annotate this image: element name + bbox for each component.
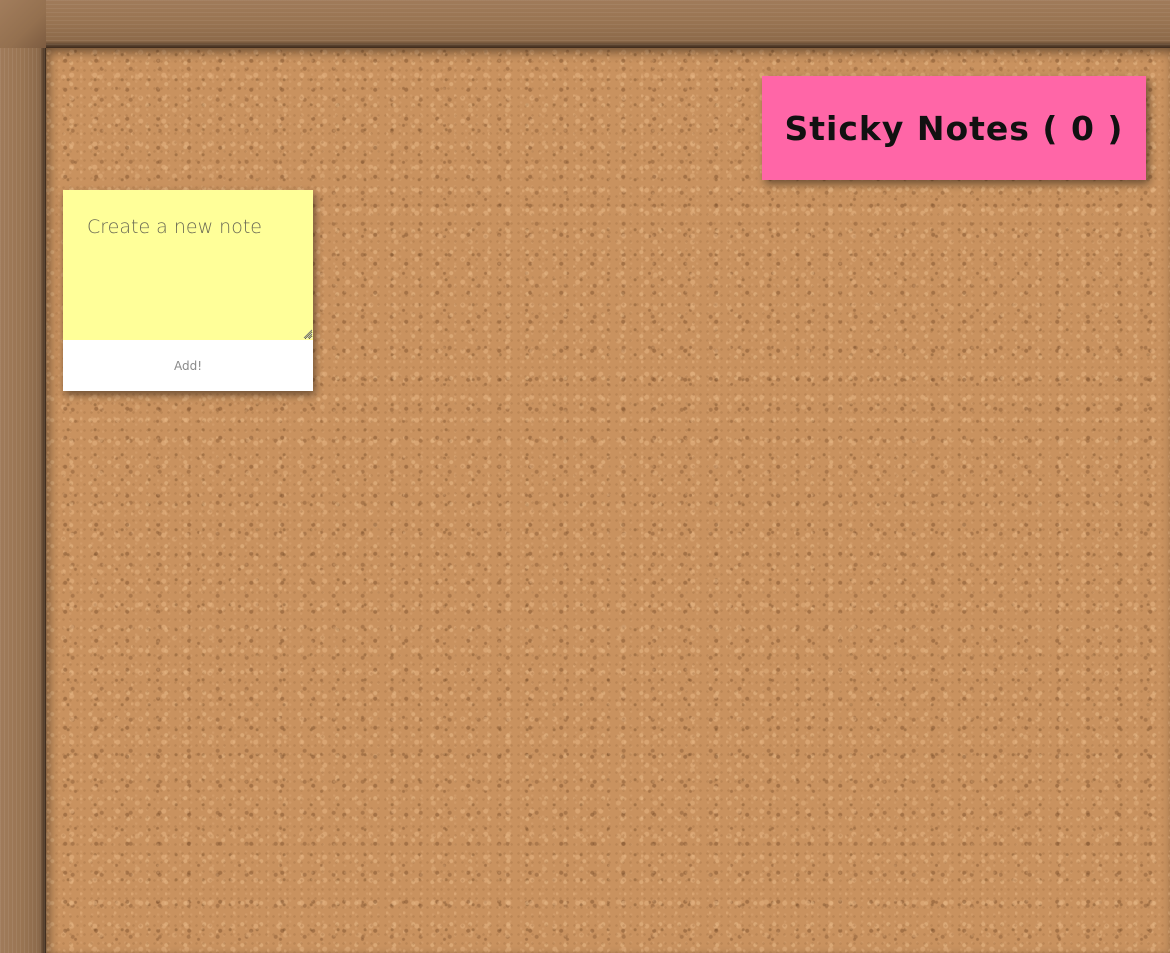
board-frame-left xyxy=(0,0,46,953)
add-note-button[interactable]: Add! xyxy=(63,340,313,391)
page-title: Sticky Notes ( 0 ) xyxy=(784,108,1124,148)
new-note-composer: Add! xyxy=(63,190,313,391)
board-frame-corner xyxy=(0,0,46,48)
title-badge: Sticky Notes ( 0 ) xyxy=(762,76,1146,180)
board-frame-top xyxy=(0,0,1170,48)
new-note-input[interactable] xyxy=(63,190,313,340)
cork-board xyxy=(46,48,1170,953)
